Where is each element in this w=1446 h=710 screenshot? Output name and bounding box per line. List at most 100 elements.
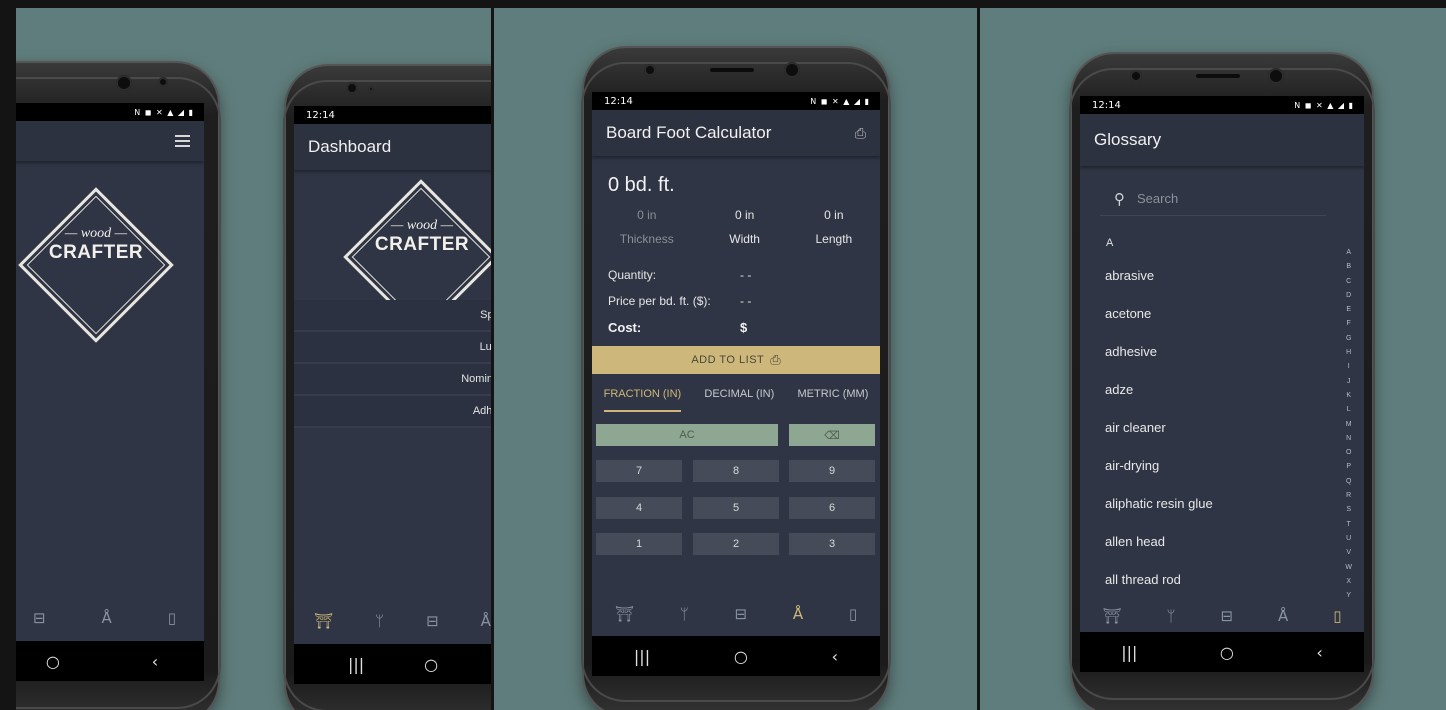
alphabet-letter[interactable]: B (1346, 260, 1351, 274)
recents-button[interactable]: ||| (348, 655, 364, 674)
length-field[interactable]: 0 in Length (816, 208, 853, 246)
panel-home-dashboard: N ◼ ✕ ▲ ◢ ▮ d — wood — CRAFTER ᛘ ⊟ Å (16, 8, 491, 710)
workbench-icon[interactable]: ⛩ (1102, 607, 1121, 625)
key-2[interactable]: 2 (693, 533, 779, 555)
alphabet-letter[interactable]: N (1346, 432, 1351, 446)
alphabet-letter[interactable]: E (1346, 303, 1351, 317)
tab-decimal[interactable]: DECIMAL (IN) (704, 388, 774, 412)
key-7[interactable]: 7 (596, 460, 682, 482)
menu-nominal-size-chart[interactable]: Nominal Size Chart (294, 364, 491, 396)
key-8[interactable]: 8 (693, 460, 779, 482)
back-button[interactable]: ‹ (832, 647, 838, 666)
key-1[interactable]: 1 (596, 533, 682, 555)
glossary-term[interactable]: adze (1087, 370, 1324, 408)
list-icon[interactable]: ⎙ (855, 125, 866, 142)
tree-icon[interactable]: ᛘ (375, 612, 384, 630)
panel-glossary: 12:14 N ◼ ✕ ▲ ◢ ▮ Glossary ⚲ Search A ab… (980, 8, 1446, 710)
screen-calculator: 12:14 N ◼ ✕ ▲ ◢ ▮ Board Foot Calculator … (592, 92, 880, 676)
glossary-term[interactable]: air cleaner (1087, 408, 1324, 446)
recents-button[interactable]: ||| (634, 647, 650, 666)
compass-icon[interactable]: Å (481, 612, 491, 630)
glossary-term[interactable]: adhesive (1087, 332, 1324, 370)
alphabet-letter[interactable]: F (1347, 317, 1351, 331)
width-field[interactable]: 0 in Width (729, 208, 760, 246)
tab-fraction[interactable]: FRACTION (IN) (603, 388, 682, 412)
home-button[interactable]: ○ (46, 652, 60, 671)
front-camera (346, 82, 358, 94)
compass-icon[interactable]: Å (102, 609, 112, 627)
alphabet-letter[interactable]: C (1346, 275, 1351, 289)
menu-adhesives-guide[interactable]: Adhesives Guide (294, 396, 491, 428)
system-nav-bar: ||| ○ (294, 644, 491, 684)
alphabet-letter[interactable]: K (1346, 389, 1351, 403)
alphabet-letter[interactable]: D (1346, 289, 1351, 303)
menu-species-library[interactable]: Species Library (294, 300, 491, 332)
key-6[interactable]: 6 (789, 497, 875, 519)
alphabet-letter[interactable]: I (1348, 360, 1350, 374)
panel-calculator: 12:14 N ◼ ✕ ▲ ◢ ▮ Board Foot Calculator … (494, 8, 977, 710)
clipboard-icon[interactable]: ▯ (168, 609, 176, 627)
back-button[interactable]: ‹ (1316, 643, 1322, 662)
glossary-term[interactable]: allen head (1087, 522, 1324, 560)
lumber-icon[interactable]: ⊟ (33, 609, 46, 627)
lumber-icon[interactable]: ⊟ (426, 612, 439, 630)
logo-crafter: CRAFTER (374, 234, 470, 255)
glossary-term[interactable]: all thread rod (1087, 560, 1324, 598)
glossary-term[interactable]: acetone (1087, 294, 1324, 332)
hamburger-menu-icon[interactable] (175, 132, 190, 150)
alphabet-letter[interactable]: P (1346, 460, 1351, 474)
key-9[interactable]: 9 (789, 460, 875, 482)
alphabet-letter[interactable]: T (1347, 518, 1351, 532)
alphabet-letter[interactable]: V (1346, 546, 1351, 560)
alphabet-letter[interactable]: X (1346, 575, 1351, 589)
alphabet-letter[interactable]: H (1346, 346, 1351, 360)
home-button[interactable]: ○ (1220, 643, 1234, 662)
alphabet-letter[interactable]: W (1345, 561, 1352, 575)
sensor (784, 62, 800, 78)
alphabet-letter[interactable]: L (1347, 403, 1351, 417)
backspace-key[interactable]: ⌫ (789, 424, 875, 446)
front-camera (1130, 70, 1142, 82)
price-value[interactable]: - - (740, 294, 751, 308)
add-to-list-button[interactable]: ADD TO LIST ⎙ (592, 346, 880, 374)
tree-icon[interactable]: ᛘ (1166, 607, 1175, 625)
tree-icon[interactable]: ᛘ (680, 605, 689, 623)
alphabet-letter[interactable]: M (1346, 418, 1352, 432)
logo-wood: — wood — (64, 226, 128, 241)
home-button[interactable]: ○ (734, 647, 748, 666)
alphabet-letter[interactable]: S (1346, 503, 1351, 517)
alphabet-letter[interactable]: R (1346, 489, 1351, 503)
clear-key[interactable]: AC (596, 424, 778, 446)
workbench-icon[interactable]: ⛩ (615, 605, 634, 623)
glossary-term[interactable]: air-drying (1087, 446, 1324, 484)
menu-lumber-grades[interactable]: Lumber Grades (294, 332, 491, 364)
workbench-icon[interactable]: ⛩ (314, 612, 333, 630)
bottom-nav: ⛩ ᛘ ⊟ Å (294, 606, 491, 636)
alphabet-letter[interactable]: A (1346, 246, 1351, 260)
key-3[interactable]: 3 (789, 533, 875, 555)
lumber-icon[interactable]: ⊟ (1220, 607, 1233, 625)
glossary-term[interactable]: abrasive (1087, 256, 1324, 294)
search-bar[interactable]: ⚲ Search (1100, 182, 1326, 216)
app-title: Board Foot Calculator (606, 123, 772, 142)
key-5[interactable]: 5 (693, 497, 779, 519)
compass-icon[interactable]: Å (793, 605, 803, 623)
quantity-value[interactable]: - - (740, 268, 751, 282)
alphabet-letter[interactable]: Q (1346, 475, 1351, 489)
recents-button[interactable]: ||| (1121, 643, 1137, 662)
clipboard-icon[interactable]: ▯ (849, 605, 857, 623)
glossary-term[interactable]: aliphatic resin glue (1087, 484, 1324, 522)
alphabet-letter[interactable]: G (1346, 332, 1351, 346)
home-button[interactable]: ○ (424, 655, 438, 674)
clipboard-icon[interactable]: ▯ (1333, 607, 1341, 625)
thickness-field[interactable]: 0 in Thickness (620, 208, 674, 246)
key-4[interactable]: 4 (596, 497, 682, 519)
tab-metric[interactable]: METRIC (MM) (797, 388, 868, 412)
app-bar: Board Foot Calculator ⎙ (592, 110, 880, 156)
compass-icon[interactable]: Å (1278, 607, 1288, 625)
alphabet-letter[interactable]: O (1346, 446, 1351, 460)
back-button[interactable]: ‹ (152, 652, 158, 671)
alphabet-letter[interactable]: J (1347, 375, 1351, 389)
alphabet-letter[interactable]: U (1346, 532, 1351, 546)
lumber-icon[interactable]: ⊟ (734, 605, 747, 623)
